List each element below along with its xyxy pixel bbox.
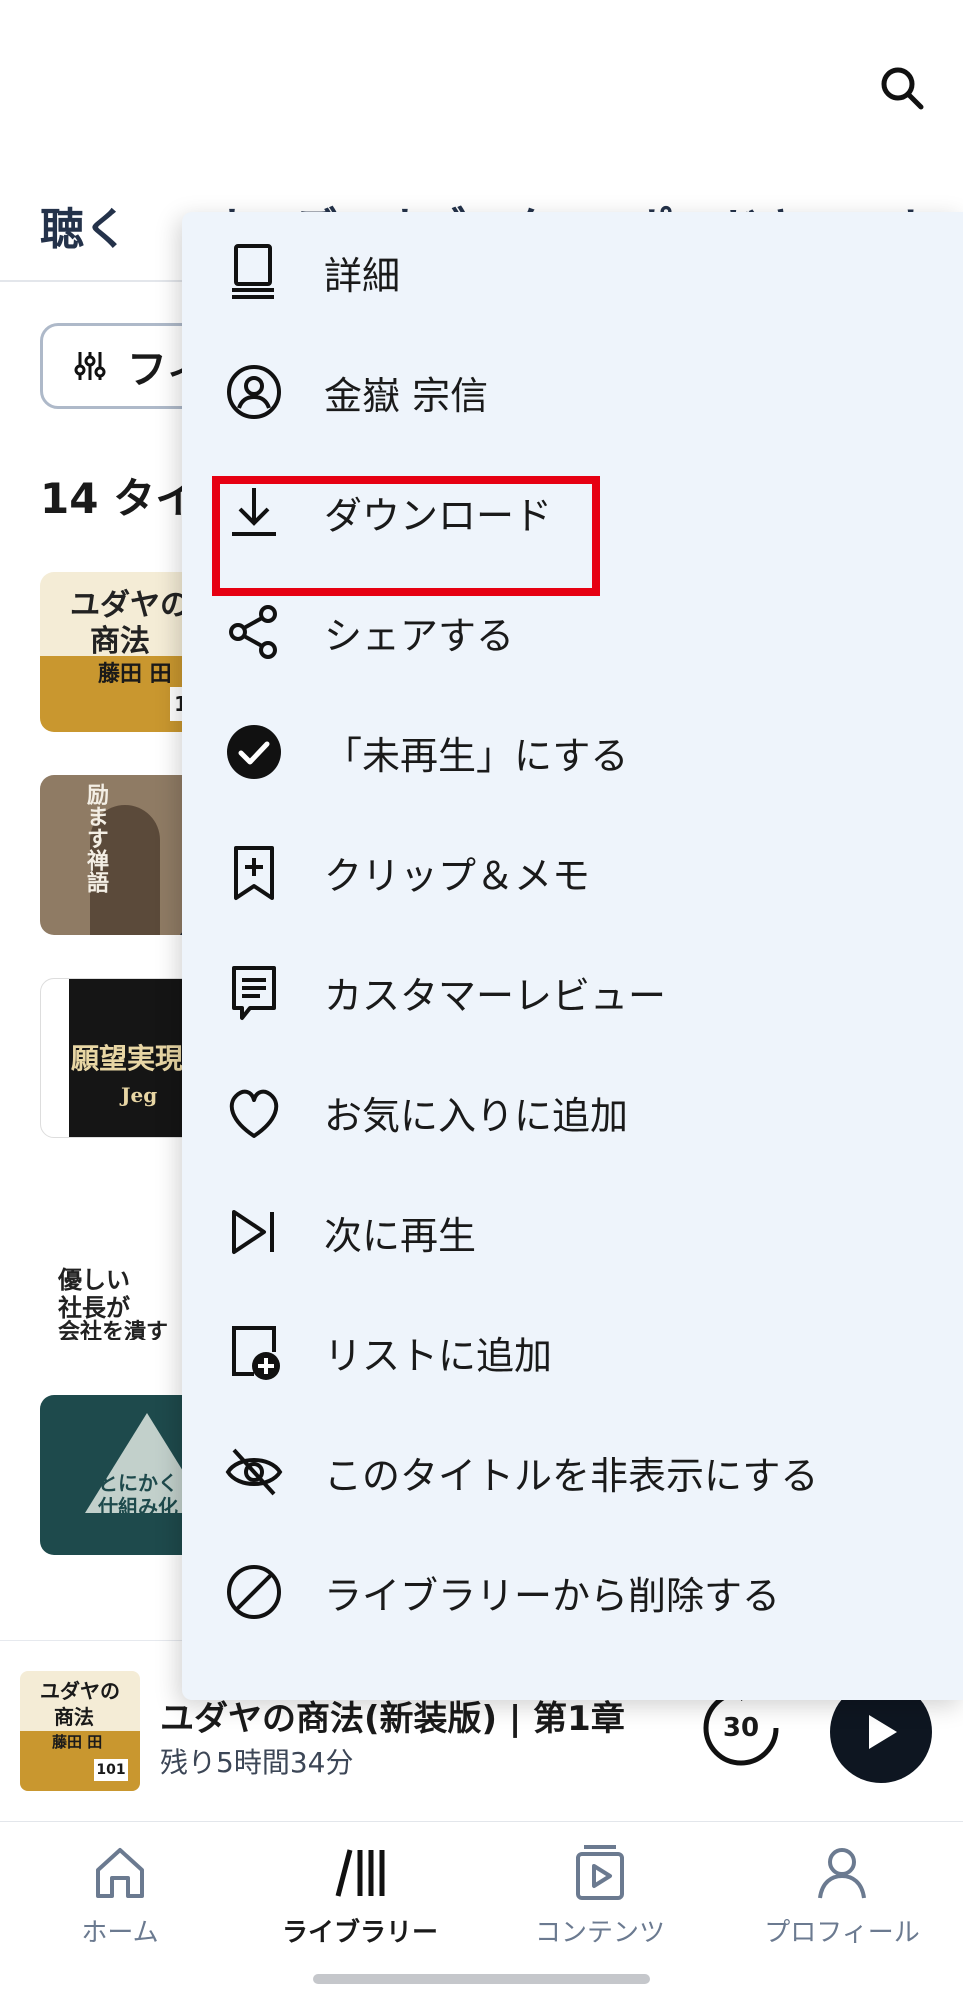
search-icon [881, 67, 924, 110]
player-cover: ユダヤの 商法 藤田 田 101 [20, 1671, 140, 1791]
menu-item-review[interactable]: カスタマーレビュー [182, 932, 963, 1052]
check-circle-icon [224, 722, 284, 782]
hide-icon [224, 1442, 284, 1502]
menu-item-remove[interactable]: ライブラリーから削除する [182, 1532, 963, 1652]
cover-title-line: 願望実現 [71, 1042, 184, 1075]
search-button[interactable] [872, 58, 932, 118]
cover-title-line: Jeg [121, 1083, 158, 1107]
context-menu: 詳細金嶽 宗信ダウンロード シェアする「未再生」にする クリップ＆メモカスタマーレビ… [182, 212, 963, 1700]
filter-sliders-icon [74, 352, 106, 380]
menu-item-label: リストに追加 [324, 1333, 553, 1378]
player-remaining: 残り5時間34分 [160, 1746, 354, 1779]
home-icon [96, 1848, 144, 1898]
home-indicator [313, 1974, 650, 1984]
menu-item-label: シェアする [324, 613, 515, 658]
menu-item-check-circle[interactable]: 「未再生」にする [182, 692, 963, 812]
menu-item-hide[interactable]: このタイトルを非表示にする [182, 1412, 963, 1532]
title-count: 14 タイ [40, 474, 198, 523]
menu-item-label: ライブラリーから削除する [324, 1573, 781, 1618]
cover-title-line: 商法 [90, 624, 150, 659]
menu-item-download[interactable]: ダウンロード [182, 452, 963, 572]
skip-seconds-label: 30 [722, 1713, 760, 1743]
contents-icon [576, 1845, 624, 1900]
cover-title-line: 励ます禅語 [83, 783, 109, 893]
menu-item-label: このタイトルを非表示にする [324, 1453, 819, 1498]
menu-item-heart[interactable]: お気に入りに追加 [182, 1052, 963, 1172]
menu-item-play-next[interactable]: 次に再生 [182, 1172, 963, 1292]
menu-item-book-details[interactable]: 詳細 [182, 212, 963, 332]
nav-library[interactable]: ライブラリー [240, 1842, 480, 1972]
cover-title-line: 会社を潰す [58, 1319, 169, 1340]
book-details-icon [224, 242, 284, 302]
nav-contents-label: コンテンツ [534, 1918, 665, 1948]
menu-item-label: カスタマーレビュー [324, 973, 667, 1018]
cover-title-line: 商法 [54, 1705, 94, 1729]
play-icon [869, 1715, 897, 1749]
person-circle-icon [224, 362, 284, 422]
nav-home-label: ホーム [81, 1918, 159, 1948]
menu-item-add-to-list[interactable]: リストに追加 [182, 1292, 963, 1412]
menu-item-share[interactable]: シェアする [182, 572, 963, 692]
menu-item-label: 「未再生」にする [324, 733, 629, 778]
menu-item-label: 次に再生 [324, 1213, 477, 1258]
menu-item-label: お気に入りに追加 [324, 1093, 629, 1138]
nav-library-label: ライブラリー [281, 1918, 438, 1948]
play-next-icon [224, 1202, 284, 1262]
library-icon [335, 1849, 385, 1897]
menu-item-label: 詳細 [324, 253, 401, 298]
heart-icon [224, 1082, 284, 1142]
menu-item-label: ダウンロード [324, 493, 553, 538]
menu-item-label: 金嶽 宗信 [324, 373, 489, 418]
nav-profile-label: プロフィール [764, 1918, 920, 1948]
nav-profile[interactable]: プロフィール [722, 1842, 962, 1972]
download-icon [224, 482, 284, 542]
cover-title-line: ユダヤの [40, 1679, 120, 1703]
menu-item-bookmark-add[interactable]: クリップ＆メモ [182, 812, 963, 932]
menu-item-person-circle[interactable]: 金嶽 宗信 [182, 332, 963, 452]
share-icon [224, 602, 284, 662]
remove-icon [224, 1562, 284, 1622]
nav-home[interactable]: ホーム [0, 1842, 240, 1972]
profile-icon [818, 1848, 866, 1899]
cover-author: 藤田 田 [98, 662, 172, 687]
cover-title-line: 仕組み化 [98, 1495, 178, 1519]
add-to-list-icon [224, 1322, 284, 1382]
review-icon [224, 962, 284, 1022]
nav-contents[interactable]: コンテンツ [480, 1842, 720, 1972]
cover-author: 藤田 田 [52, 1733, 103, 1751]
tab-listen[interactable]: 聴く [40, 193, 128, 257]
menu-item-label: クリップ＆メモ [324, 853, 591, 898]
cover-badge: 101 [94, 1759, 128, 1781]
bookmark-add-icon [224, 842, 284, 902]
